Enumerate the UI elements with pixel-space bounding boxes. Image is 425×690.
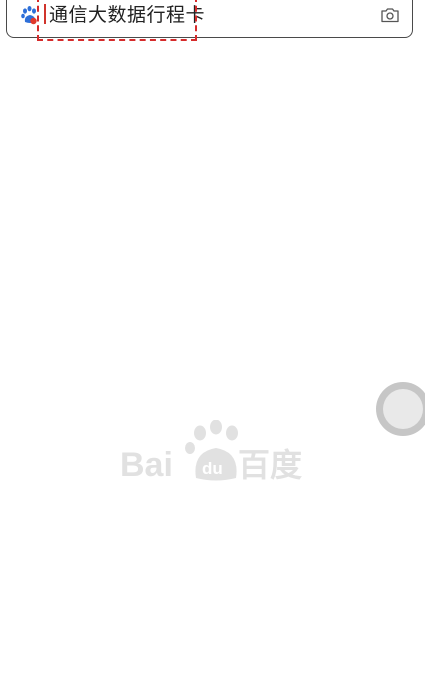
watermark-latin: Bai (120, 446, 173, 482)
baidu-watermark: Bai du 百度 (120, 420, 302, 482)
screen: 通信大数据行程卡 Bai du 百度 (0, 0, 425, 690)
camera-icon[interactable] (380, 7, 400, 23)
baidu-paw-icon (21, 6, 37, 25)
search-input[interactable]: 通信大数据行程卡 (49, 0, 205, 30)
floating-circle-button[interactable] (376, 382, 425, 436)
watermark-chinese: 百度 (238, 446, 302, 482)
floating-button-inner (383, 389, 423, 429)
watermark-du: du (202, 459, 223, 478)
search-bar[interactable]: 通信大数据行程卡 (6, 0, 413, 38)
text-cursor (44, 4, 46, 24)
